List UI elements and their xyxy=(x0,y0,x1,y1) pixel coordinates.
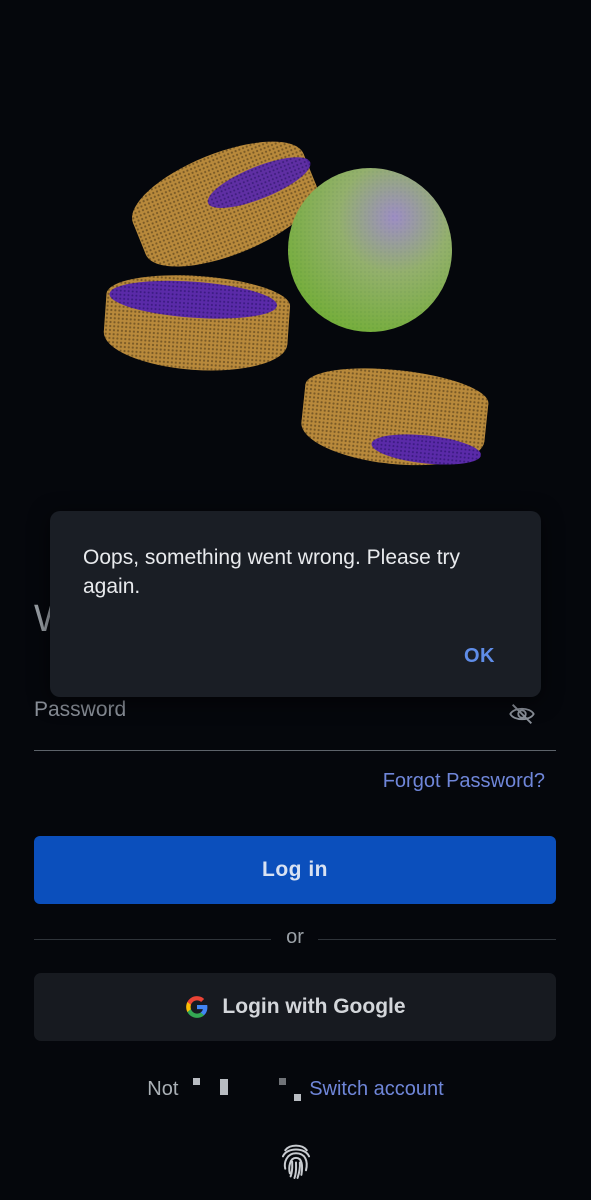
ring-right xyxy=(301,368,489,466)
divider-text: or xyxy=(286,926,304,948)
divider-line-right xyxy=(318,939,556,940)
login-screen: W Password Forgot Password? Log in or Lo… xyxy=(0,0,591,1200)
not-prefix: Not xyxy=(147,1078,179,1100)
password-field[interactable]: Password xyxy=(34,690,556,751)
dialog-ok-button[interactable]: OK xyxy=(458,644,501,669)
google-icon xyxy=(186,996,208,1018)
switch-account-link[interactable]: Switch account xyxy=(309,1078,444,1100)
error-dialog: Oops, something went wrong. Please try a… xyxy=(50,511,541,697)
dialog-message: Oops, something went wrong. Please try a… xyxy=(83,546,461,598)
eye-off-icon[interactable] xyxy=(508,700,536,728)
password-placeholder: Password xyxy=(34,698,127,721)
account-row: Not Switch account xyxy=(0,1078,591,1102)
login-button[interactable]: Log in xyxy=(34,836,556,904)
or-divider: or xyxy=(34,926,556,952)
google-login-label: Login with Google xyxy=(222,995,406,1018)
forgot-password-link[interactable]: Forgot Password? xyxy=(383,770,545,793)
ring-left xyxy=(103,275,291,371)
google-login-button[interactable]: Login with Google xyxy=(34,973,556,1041)
redacted-account-name xyxy=(192,1078,301,1102)
fingerprint-icon[interactable] xyxy=(277,1141,315,1181)
hero-illustration xyxy=(103,141,489,466)
